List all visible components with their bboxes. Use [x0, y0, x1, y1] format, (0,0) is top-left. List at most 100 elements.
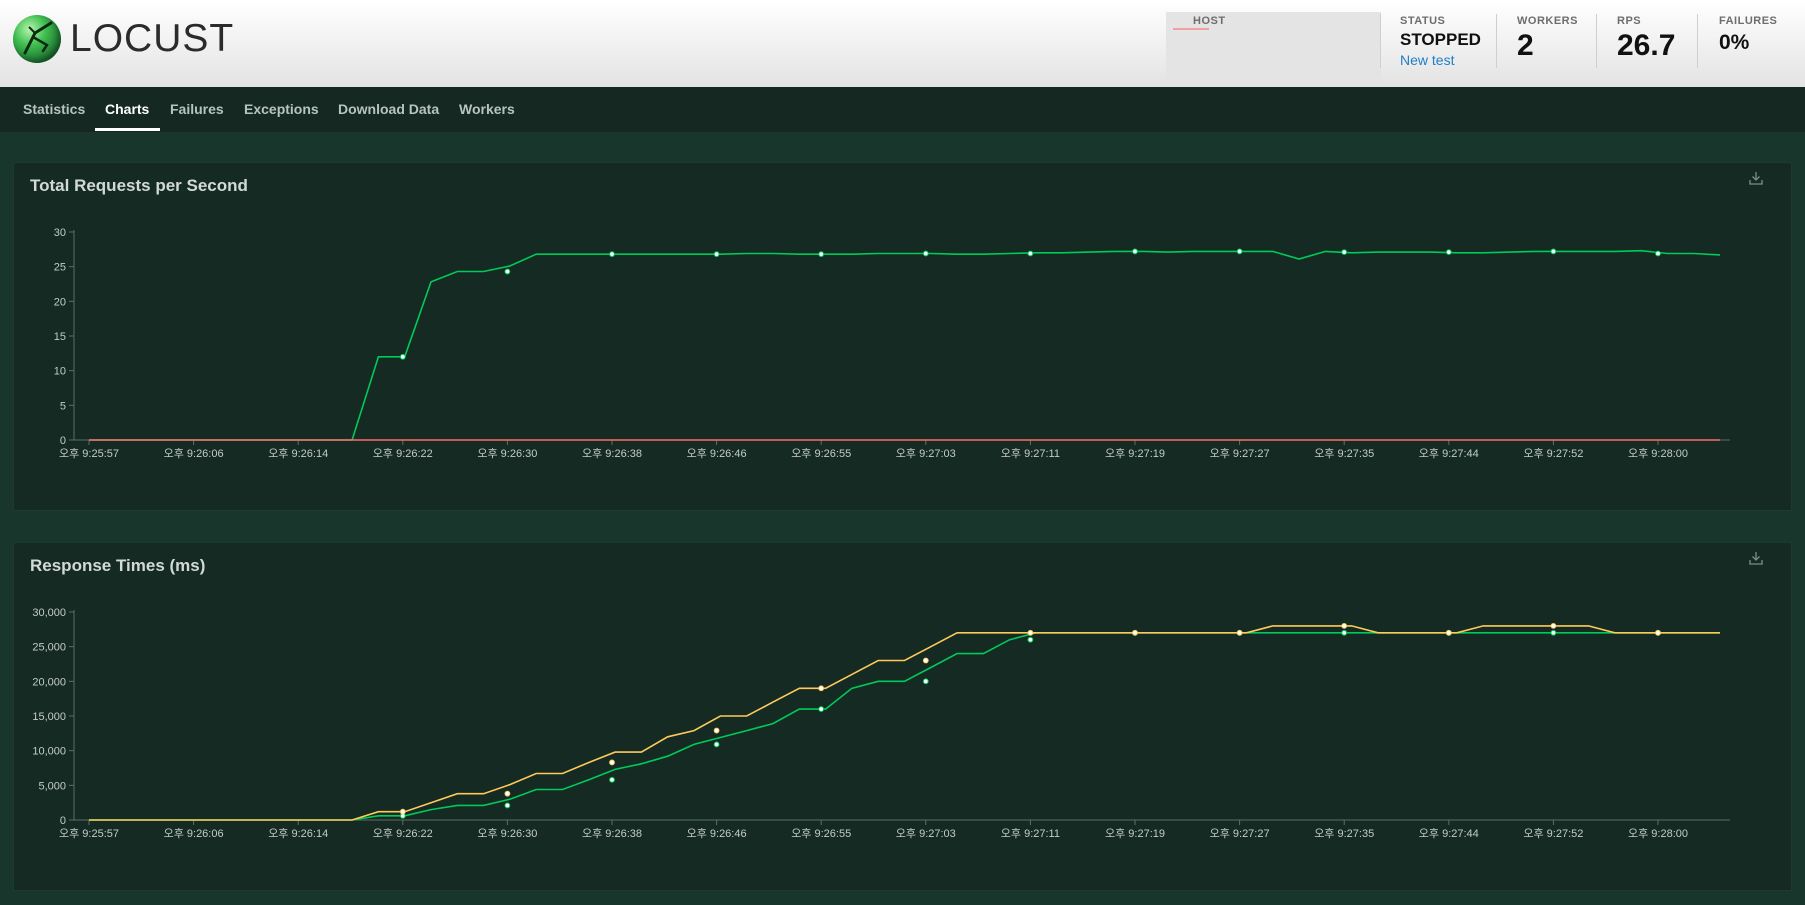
data-point[interactable] [818, 251, 825, 258]
series-line [89, 625, 1720, 821]
failures-stat: FAILURES 0% [1719, 15, 1777, 55]
divider [1380, 14, 1381, 68]
data-point[interactable] [399, 808, 406, 815]
divider [1596, 14, 1597, 68]
data-point[interactable] [713, 727, 720, 734]
x-tick-label: 오후 9:27:19 [1105, 827, 1165, 840]
y-tick-label: 20 [54, 296, 66, 308]
data-point[interactable] [1341, 629, 1348, 636]
data-point[interactable] [818, 685, 825, 692]
y-tick-label: 0 [60, 815, 66, 827]
x-tick-label: 오후 9:27:52 [1523, 447, 1583, 460]
tab-charts[interactable]: Charts [105, 101, 149, 117]
y-tick-label: 5,000 [38, 780, 66, 792]
rps-stat: RPS 26.7 [1617, 15, 1675, 63]
y-tick-label: 15 [54, 331, 66, 343]
y-tick-label: 0 [60, 435, 66, 447]
x-tick-label: 오후 9:27:35 [1314, 447, 1374, 460]
y-tick-label: 10,000 [32, 746, 66, 758]
data-point[interactable] [609, 759, 615, 766]
x-tick-label: 오후 9:26:55 [791, 827, 851, 840]
x-tick-label: 오후 9:27:27 [1210, 447, 1270, 460]
failures-label: FAILURES [1719, 15, 1778, 27]
data-point[interactable] [818, 706, 825, 712]
new-test-link[interactable]: New test [1400, 52, 1481, 68]
x-tick-label: 오후 9:26:38 [582, 827, 642, 840]
y-tick-label: 5 [60, 400, 66, 412]
data-point[interactable] [609, 251, 615, 258]
workers-value: 2 [1517, 29, 1534, 62]
data-point[interactable] [1132, 248, 1138, 255]
tab-bar: Statistics Charts Failures Exceptions Do… [0, 87, 1805, 132]
y-tick-label: 25 [54, 262, 66, 274]
x-tick-label: 오후 9:27:27 [1210, 827, 1270, 840]
data-point[interactable] [504, 268, 511, 275]
x-tick-label: 오후 9:27:44 [1419, 447, 1479, 460]
data-point[interactable] [1027, 250, 1034, 257]
x-tick-label: 오후 9:26:30 [477, 447, 537, 460]
status-label: STATUS [1400, 15, 1446, 27]
y-tick-label: 30,000 [32, 607, 66, 619]
active-tab-indicator [95, 128, 160, 131]
y-tick-label: 30 [54, 227, 66, 239]
data-point[interactable] [1445, 629, 1452, 636]
x-tick-label: 오후 9:25:57 [59, 447, 119, 460]
data-point[interactable] [1027, 629, 1034, 636]
data-point[interactable] [1341, 249, 1348, 256]
x-tick-label: 오후 9:26:46 [687, 827, 747, 840]
data-point[interactable] [1550, 622, 1557, 629]
tab-failures[interactable]: Failures [170, 101, 224, 117]
tab-download-data[interactable]: Download Data [338, 101, 439, 117]
data-point[interactable] [1236, 629, 1243, 636]
x-tick-label: 오후 9:25:57 [59, 827, 119, 840]
data-point[interactable] [504, 790, 511, 797]
x-tick-label: 오후 9:27:52 [1523, 827, 1583, 840]
data-point[interactable] [922, 657, 929, 664]
x-tick-label: 오후 9:26:06 [164, 827, 224, 840]
data-point[interactable] [399, 353, 406, 360]
data-point[interactable] [922, 250, 929, 257]
x-tick-label: 오후 9:27:11 [1001, 827, 1060, 840]
data-point[interactable] [1445, 249, 1452, 256]
workers-stat: WORKERS 2 [1517, 15, 1578, 63]
data-point[interactable] [1550, 248, 1557, 255]
tab-exceptions[interactable]: Exceptions [244, 101, 319, 117]
data-point[interactable] [1027, 636, 1034, 643]
response-times-chart-panel: Response Times (ms) 0 5,000 10,000 15,000 20… [13, 542, 1792, 891]
x-tick-label: 오후 9:28:00 [1628, 447, 1688, 460]
logo[interactable]: LOCUST [13, 15, 234, 63]
x-tick-label: 오후 9:28:00 [1628, 827, 1688, 840]
y-tick-label: 25,000 [32, 642, 66, 654]
response-times-chart: 0 5,000 10,000 15,000 20,000 25,000 30,000 오후 9… [32, 607, 1730, 840]
x-tick-label: 오후 9:27:19 [1105, 447, 1165, 460]
host-value-mark [1173, 28, 1209, 30]
x-tick-label: 오후 9:26:22 [373, 827, 433, 840]
y-tick-label: 20,000 [32, 676, 66, 688]
data-point[interactable] [609, 776, 615, 783]
x-tick-label: 오후 9:26:14 [268, 447, 328, 460]
data-point[interactable] [1550, 629, 1557, 636]
rps-chart: 0 5 10 15 20 25 30 오후 9:25:57 오후 9:26:06 오후 9:26:… [54, 227, 1730, 460]
data-point[interactable] [713, 741, 720, 748]
data-point[interactable] [1341, 622, 1348, 629]
data-point[interactable] [1132, 629, 1138, 636]
logo-text: LOCUST [70, 17, 235, 60]
x-tick-label: 오후 9:27:03 [896, 447, 956, 460]
data-point[interactable] [1655, 629, 1661, 636]
x-tick-label: 오후 9:26:06 [164, 447, 224, 460]
data-point[interactable] [713, 251, 720, 258]
x-tick-label: 오후 9:26:55 [791, 447, 851, 460]
failures-value: 0% [1719, 31, 1750, 54]
header-bar: LOCUST HOST STATUS STOPPED New test WORK… [0, 0, 1805, 101]
workers-label: WORKERS [1517, 15, 1578, 27]
x-tick-label: 오후 9:27:35 [1314, 827, 1374, 840]
data-point[interactable] [922, 678, 929, 685]
data-point[interactable] [1655, 250, 1661, 257]
data-point[interactable] [504, 802, 511, 809]
y-tick-label: 10 [54, 366, 66, 378]
tab-statistics[interactable]: Statistics [23, 101, 85, 117]
x-tick-label: 오후 9:27:44 [1419, 827, 1479, 840]
tab-workers[interactable]: Workers [459, 101, 515, 117]
x-tick-label: 오후 9:26:22 [373, 447, 433, 460]
data-point[interactable] [1236, 248, 1243, 255]
